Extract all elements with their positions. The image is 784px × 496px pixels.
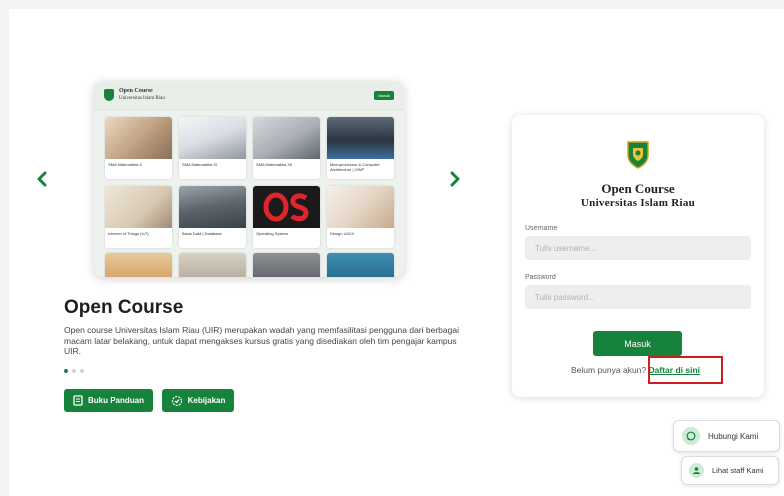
carousel-prev-button[interactable] [30, 166, 54, 192]
login-title: Open Course [601, 181, 675, 196]
course-thumbnail [179, 186, 246, 228]
carousel-indicators [64, 369, 84, 373]
uir-logo-icon [104, 89, 114, 101]
course-caption: Design UI/UX [330, 231, 355, 236]
highlight-box [648, 356, 723, 384]
policy-icon [171, 395, 182, 406]
course-card: SMA Matematika X [105, 117, 172, 179]
course-card: Internet of Things (IoT) [105, 186, 172, 248]
chevron-right-icon [450, 171, 460, 187]
book-icon [73, 395, 83, 406]
carousel-dot-active[interactable] [64, 369, 68, 373]
hero-title: Open Course [64, 297, 184, 318]
course-thumbnail [105, 186, 172, 228]
course-card: Microprocessor & Computer Architecture |… [327, 117, 394, 179]
view-staff-button[interactable]: Lihat staff Kami [681, 456, 779, 485]
contact-us-label: Hubungi Kami [708, 431, 759, 441]
hero-description: Open course Universitas Islam Riau (UIR)… [64, 325, 459, 356]
password-label: Password [525, 274, 556, 281]
course-caption: Microprocessor & Computer Architecture |… [330, 162, 380, 172]
course-card [179, 253, 246, 277]
login-submit-button[interactable]: Masuk [593, 331, 682, 356]
course-thumbnail [327, 186, 394, 228]
carousel-preview-image: Open Course Universitas Islam Riau Masuk… [94, 81, 404, 277]
course-card: SMA Matematika XII [253, 117, 320, 179]
course-card: SMA Matematika XI [179, 117, 246, 179]
preview-login-button: Masuk [374, 90, 394, 100]
carousel-next-button[interactable] [443, 166, 467, 192]
os-letters-icon [263, 192, 309, 222]
view-staff-label: Lihat staff Kami [712, 466, 764, 475]
course-caption: Basis Data | Database [182, 231, 222, 236]
course-thumbnail [327, 117, 394, 159]
course-thumbnail [253, 186, 320, 228]
course-card [105, 253, 172, 277]
preview-course-grid: SMA Matematika X SMA Matematika XI SMA M… [105, 117, 394, 248]
whatsapp-icon [682, 427, 700, 445]
username-input[interactable] [525, 236, 751, 260]
preview-title: Open Course [119, 88, 153, 94]
course-caption: SMA Matematika XII [256, 162, 293, 167]
course-card: Operating System [253, 186, 320, 248]
login-subtitle: Universitas Islam Riau [580, 197, 696, 209]
username-label: Username [525, 225, 558, 232]
login-card: Open Course Universitas Islam Riau Usern… [512, 115, 764, 397]
policy-label: Kebijakan [187, 396, 226, 405]
course-thumbnail [253, 253, 320, 277]
course-thumbnail [327, 253, 394, 277]
staff-icon [689, 463, 704, 478]
course-caption: SMA Matematika XI [182, 162, 218, 167]
carousel-dot[interactable] [72, 369, 76, 373]
preview-course-grid-row [105, 253, 394, 277]
password-input[interactable] [525, 285, 751, 309]
chevron-left-icon [37, 171, 47, 187]
course-thumbnail [179, 117, 246, 159]
course-caption: Internet of Things (IoT) [108, 231, 149, 236]
uir-logo-icon [627, 141, 649, 169]
preview-header: Open Course Universitas Islam Riau Masuk [94, 81, 404, 110]
preview-subtitle: Universitas Islam Riau [119, 96, 165, 101]
course-card [327, 253, 394, 277]
course-card: Basis Data | Database [179, 186, 246, 248]
carousel-dot[interactable] [80, 369, 84, 373]
course-thumbnail [105, 253, 172, 277]
course-card: Design UI/UX [327, 186, 394, 248]
course-thumbnail [105, 117, 172, 159]
course-caption: SMA Matematika X [108, 162, 143, 167]
course-caption: Operating System [256, 231, 289, 236]
course-thumbnail [179, 253, 246, 277]
guide-book-label: Buku Panduan [87, 396, 144, 405]
signup-prompt: Belum punya akun? [571, 365, 647, 375]
guide-book-button[interactable]: Buku Panduan [64, 389, 153, 412]
contact-us-button[interactable]: Hubungi Kami [673, 420, 780, 452]
course-card [253, 253, 320, 277]
policy-button[interactable]: Kebijakan [162, 389, 234, 412]
course-thumbnail [253, 117, 320, 159]
